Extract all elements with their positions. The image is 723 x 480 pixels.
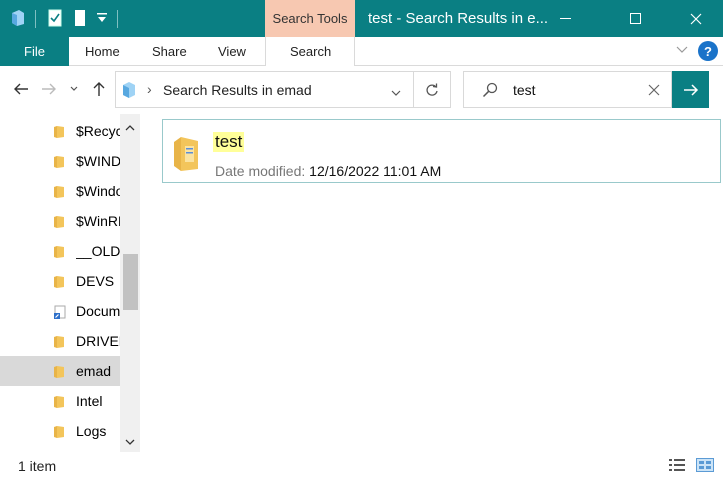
details-view-icon[interactable] — [668, 458, 686, 474]
chevron-down-icon — [70, 86, 78, 91]
folder-icon — [53, 425, 65, 442]
shortcut-folder-icon — [53, 305, 67, 322]
clear-search-icon[interactable] — [648, 84, 660, 99]
address-bar[interactable]: › Search Results in emad — [115, 71, 414, 108]
navigation-pane: $Recycle.Bin $WINDOWS.~BT $Windows.~WS $Win… — [0, 114, 141, 452]
nav-item-label: $Windows.~WS — [76, 183, 120, 199]
close-button[interactable] — [673, 0, 718, 37]
address-path[interactable]: Search Results in emad — [163, 82, 312, 98]
nav-item-label: Intel — [76, 393, 103, 409]
maximize-button[interactable] — [613, 0, 658, 37]
item-count: 1 item — [18, 458, 57, 474]
nav-item[interactable]: Intel — [0, 386, 120, 416]
nav-scrollbar[interactable] — [120, 114, 140, 452]
nav-item-label: emad — [76, 363, 112, 379]
tab-view[interactable]: View — [218, 37, 246, 66]
search-go-button[interactable] — [672, 71, 709, 108]
folder-icon — [53, 215, 65, 232]
search-input[interactable]: test — [513, 82, 536, 98]
refresh-button[interactable] — [414, 71, 451, 108]
address-dropdown-icon[interactable] — [391, 86, 401, 100]
status-bar: 1 item — [0, 452, 723, 480]
date-modified-label: Date modified: — [215, 163, 306, 179]
nav-item[interactable]: Logs — [0, 416, 120, 446]
nav-item-label: Documents and Settings — [76, 303, 120, 319]
tab-file[interactable]: File — [0, 37, 69, 66]
nav-item[interactable]: $WINDOWS.~BT — [0, 146, 120, 176]
scroll-down-icon[interactable] — [125, 435, 135, 449]
nav-item-label: Logs — [76, 423, 107, 439]
back-arrow-icon — [14, 83, 28, 95]
folder-icon — [53, 155, 65, 172]
nav-item[interactable]: Documents and Settings — [0, 296, 120, 326]
search-results-icon — [122, 82, 136, 101]
scroll-up-icon[interactable] — [125, 120, 135, 134]
folder-icon — [53, 365, 65, 382]
back-button[interactable] — [10, 78, 32, 100]
result-item[interactable]: test Date modified: 12/16/2022 11:01 AM — [162, 119, 721, 183]
nav-scroll-thumb[interactable] — [123, 254, 138, 310]
nav-item[interactable]: $Recycle.Bin — [0, 116, 120, 146]
properties-icon[interactable] — [48, 9, 62, 30]
close-icon — [690, 13, 701, 24]
folder-icon — [53, 275, 65, 292]
new-folder-icon[interactable] — [74, 9, 86, 30]
folder-icon — [53, 185, 65, 202]
ribbon-tabs: File Home Share View Search ? — [0, 37, 723, 66]
folder-icon — [173, 136, 199, 175]
nav-item-label: DRIVERS — [76, 333, 120, 349]
nav-item-label: $WINDOWS.~BT — [76, 153, 120, 169]
forward-button[interactable] — [38, 78, 60, 100]
customize-toolbar-icon[interactable] — [96, 12, 108, 27]
tab-home[interactable]: Home — [85, 37, 120, 66]
minimize-icon — [560, 18, 571, 19]
nav-item-label: $WinREAgent — [76, 213, 120, 229]
folder-icon — [53, 245, 65, 262]
help-button[interactable]: ? — [698, 41, 718, 61]
result-name[interactable]: test — [213, 132, 245, 152]
breadcrumb-separator[interactable]: › — [147, 81, 152, 97]
window-title: test - Search Results in e... — [368, 10, 549, 27]
tab-search[interactable]: Search — [265, 37, 355, 66]
explorer-app-icon[interactable] — [10, 9, 26, 30]
tab-search-label: Search — [290, 44, 332, 59]
arrow-right-icon — [683, 83, 698, 96]
nav-item-label: $Recycle.Bin — [76, 123, 120, 139]
refresh-icon — [426, 83, 438, 96]
nav-item[interactable]: $WinREAgent — [0, 206, 120, 236]
expand-ribbon-icon[interactable] — [676, 43, 688, 57]
search-icon — [482, 82, 498, 101]
recent-locations-button[interactable] — [63, 78, 85, 100]
forward-arrow-icon — [42, 83, 56, 95]
folder-icon — [53, 335, 65, 352]
tab-share[interactable]: Share — [152, 37, 187, 66]
up-button[interactable] — [88, 78, 110, 100]
result-date-modified: Date modified: 12/16/2022 11:01 AM — [215, 163, 441, 179]
search-box[interactable]: test — [463, 71, 672, 108]
minimize-button[interactable] — [543, 0, 588, 37]
nav-item[interactable]: __OLD__ — [0, 236, 120, 266]
folder-icon — [53, 125, 65, 142]
nav-item[interactable]: $Windows.~WS — [0, 176, 120, 206]
maximize-icon — [630, 13, 641, 24]
date-modified-value: 12/16/2022 11:01 AM — [309, 163, 442, 179]
nav-item-label: DEVS — [76, 273, 115, 289]
address-row: › Search Results in emad test — [0, 66, 723, 114]
nav-item[interactable]: DEVS — [0, 266, 120, 296]
nav-item[interactable]: DRIVERS — [0, 326, 120, 356]
title-bar: Search Tools test - Search Results in e.… — [0, 0, 723, 37]
file-list: test Date modified: 12/16/2022 11:01 AM — [141, 114, 723, 452]
nav-item-label: __OLD__ — [76, 243, 120, 259]
search-tools-context-tab: Search Tools — [265, 0, 355, 37]
nav-item[interactable]: emad — [0, 356, 120, 386]
large-icons-view-icon[interactable] — [696, 458, 714, 474]
up-arrow-icon — [93, 82, 105, 96]
folder-icon — [53, 395, 65, 412]
